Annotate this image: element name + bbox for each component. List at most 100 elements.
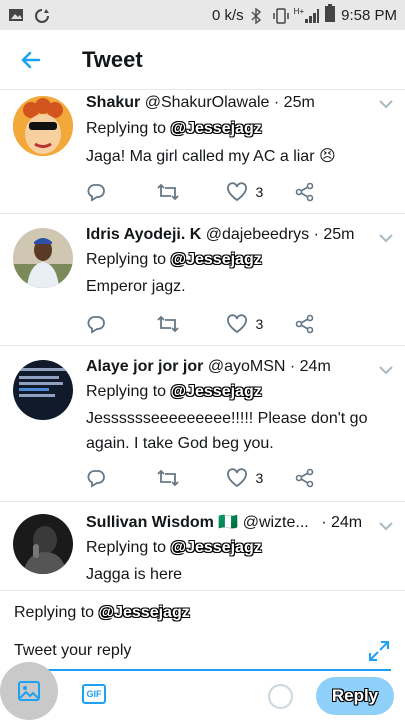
tweet-text: Jagga is here [86, 566, 183, 583]
app-bar: Tweet [0, 30, 405, 90]
reply-action[interactable] [86, 314, 156, 334]
tweet-time: · 25m [313, 226, 355, 243]
retweet-action[interactable] [156, 182, 226, 202]
share-icon [295, 182, 314, 202]
tweet-text: Emperor jagz. [86, 278, 186, 295]
expand-composer-button[interactable] [368, 640, 390, 662]
network-speed: 0 k/s [211, 6, 244, 24]
tweet-header: Shakur @ShakurOlawale · 25m [86, 92, 375, 114]
chevron-down-icon[interactable] [379, 96, 393, 109]
tweet-time: · 24m [289, 358, 331, 375]
mention-link[interactable]: @Jessejagz [171, 251, 262, 268]
author-handle[interactable]: @ayoMSN [208, 358, 286, 375]
battery-icon [325, 4, 336, 26]
image-icon [18, 681, 40, 701]
replying-prefix: Replying to [86, 383, 167, 400]
like-action[interactable]: 3 [226, 314, 296, 334]
tweet-header: Sullivan Wisdom 🇳🇬 @wizte... · 24m [86, 512, 375, 534]
replying-to: Replying to @Jessejagz [86, 117, 375, 141]
share-action[interactable] [295, 182, 365, 202]
nigeria-flag-icon: 🇳🇬 [218, 514, 239, 531]
author-name[interactable]: Sullivan Wisdom [86, 514, 214, 531]
signal-icon: H+ [293, 7, 320, 23]
reply-icon [87, 316, 105, 334]
reply-action[interactable] [86, 182, 156, 202]
heart-icon [226, 314, 247, 334]
sync-icon [34, 8, 50, 23]
reply-button[interactable]: Reply [316, 677, 394, 715]
like-count: 3 [255, 184, 264, 200]
replying-prefix: Replying to [86, 251, 167, 268]
retweet-icon [157, 469, 179, 487]
author-handle[interactable]: @wizte... [243, 514, 309, 531]
avatar[interactable] [13, 228, 73, 288]
gif-button[interactable]: GIF [82, 684, 106, 704]
author-name[interactable]: Shakur [86, 94, 140, 111]
status-bar: 0 k/s H+ 9:58 PM [0, 0, 405, 30]
reply-icon [87, 470, 105, 488]
network-type: H+ [293, 7, 305, 16]
vibrate-icon [272, 8, 289, 24]
replying-to: Replying to @Jessejagz [86, 380, 375, 404]
back-button[interactable] [0, 30, 60, 90]
like-count: 3 [255, 316, 264, 332]
tweet-item[interactable]: Idris Ayodeji. K @dajebeedrys · 25m Repl… [0, 214, 405, 346]
expand-icon [369, 641, 389, 661]
tweet-text-line: again. I take God beg you. [86, 435, 274, 452]
tweet-item[interactable]: Alaye jor jor jor @ayoMSN · 24m Replying… [0, 346, 405, 502]
character-count-indicator [268, 684, 293, 709]
tweet-item[interactable]: Shakur @ShakurOlawale · 25m Replying to … [0, 90, 405, 214]
replying-prefix: Replying to [86, 120, 167, 137]
mention-link[interactable]: @Jessejagz [171, 539, 262, 556]
tweet-time: · 24m [321, 514, 363, 531]
tweet-text: Jesssssseeeeeeeee!!!!! Please don't go a… [86, 406, 375, 456]
tweet-actions: 3 [86, 312, 365, 336]
tweet-text: Jaga! Ma girl called my AC a liar 😣 [86, 148, 336, 165]
chevron-down-icon[interactable] [379, 230, 393, 243]
retweet-action[interactable] [156, 314, 226, 334]
share-action[interactable] [295, 468, 365, 488]
replying-to: Replying to @Jessejagz [86, 248, 375, 272]
tweet-time: · 25m [273, 94, 315, 111]
like-action[interactable]: 3 [226, 468, 296, 488]
composer-replying-to: Replying to @Jessejagz [14, 604, 190, 622]
like-action[interactable]: 3 [226, 182, 296, 202]
share-icon [295, 314, 314, 334]
avatar[interactable] [13, 360, 73, 420]
share-action[interactable] [295, 314, 365, 334]
avatar[interactable] [13, 514, 73, 574]
author-handle[interactable]: @ShakurOlawale [145, 94, 270, 111]
replying-to: Replying to @Jessejagz [86, 536, 375, 560]
replying-prefix: Replying to [86, 539, 167, 556]
author-name[interactable]: Idris Ayodeji. K [86, 226, 201, 243]
tweet-header: Idris Ayodeji. K @dajebeedrys · 25m [86, 224, 375, 246]
add-photo-button[interactable] [0, 662, 58, 720]
page-title: Tweet [82, 46, 143, 72]
retweet-action[interactable] [156, 468, 226, 488]
mention-link[interactable]: @Jessejagz [171, 120, 262, 137]
tweet-header: Alaye jor jor jor @ayoMSN · 24m [86, 356, 375, 378]
tweet-actions: 3 [86, 180, 365, 204]
author-name[interactable]: Alaye jor jor jor [86, 358, 203, 375]
reply-icon [87, 184, 105, 202]
image-icon [8, 8, 24, 22]
mention-link[interactable]: @Jessejagz [99, 604, 190, 621]
tweet-actions: 3 [86, 466, 365, 490]
retweet-icon [157, 315, 179, 333]
avatar[interactable] [13, 96, 73, 156]
share-icon [295, 468, 314, 488]
reply-action[interactable] [86, 468, 156, 488]
input-underline [10, 669, 391, 671]
tweet-item[interactable]: Sullivan Wisdom 🇳🇬 @wizte... · 24m Reply… [0, 502, 405, 590]
heart-icon [226, 468, 247, 488]
reply-input[interactable]: Tweet your reply [14, 642, 349, 660]
author-handle[interactable]: @dajebeedrys [206, 226, 309, 243]
mention-link[interactable]: @Jessejagz [171, 383, 262, 400]
tweet-text-line: Jesssssseeeeeeeee!!!!! Please don't go [86, 410, 368, 427]
chevron-down-icon[interactable] [379, 362, 393, 375]
arrow-left-icon [21, 51, 40, 68]
like-count: 3 [255, 470, 264, 486]
bluetooth-icon [250, 7, 266, 25]
clock-time: 9:58 PM [341, 6, 397, 24]
chevron-down-icon[interactable] [379, 518, 393, 531]
